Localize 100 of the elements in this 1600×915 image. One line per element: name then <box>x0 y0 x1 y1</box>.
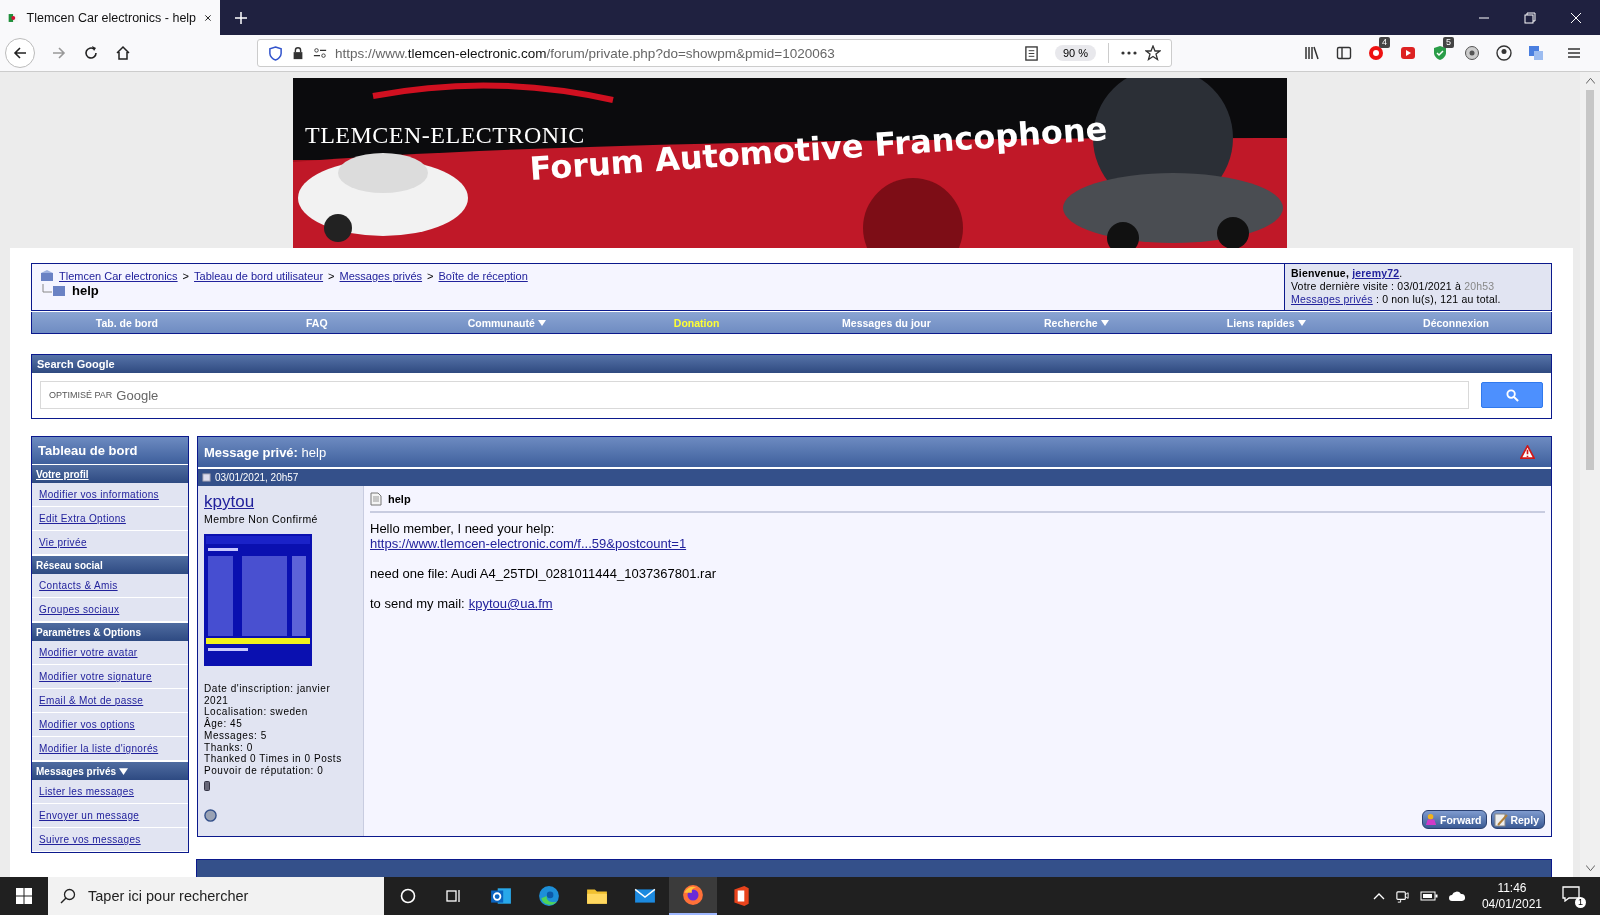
sidebar-link[interactable]: Edit Extra Options <box>39 513 126 524</box>
sidebar-link[interactable]: Vie privée <box>39 537 87 548</box>
home-icon[interactable] <box>115 45 131 61</box>
play-icon[interactable] <box>1400 45 1416 61</box>
breadcrumb-separator: > <box>427 270 434 282</box>
user-rank: Membre Non Confirmé <box>204 513 319 525</box>
section-header: Search Google <box>32 355 1551 373</box>
caret-icon <box>537 319 546 326</box>
extension-icon[interactable] <box>1368 45 1384 61</box>
sidebar-link[interactable]: Modifier vos options <box>39 719 135 730</box>
search-field[interactable]: OPTIMISÉ PAR Google <box>40 381 1469 409</box>
scroll-thumb[interactable] <box>1586 90 1594 470</box>
sidebar-link[interactable]: Modifier votre signature <box>39 671 152 682</box>
more-icon[interactable] <box>1121 51 1137 55</box>
forum-icon <box>40 270 54 282</box>
message-title: help <box>388 493 411 505</box>
camera-icon[interactable] <box>1394 888 1410 904</box>
user-info: Date d'inscription: janvier 2021 Localisation: sweden Âge: 45 Messages: 5 Thanks: 0 Thanked 0 Times in 0 Posts Pouvoir de réputation: 0 <box>204 683 343 777</box>
scroll-down-icon[interactable] <box>1585 865 1595 871</box>
reader-view-icon[interactable] <box>1023 45 1039 61</box>
count-badge: 4 <box>1379 37 1390 48</box>
sidebar-icon[interactable] <box>1336 45 1352 61</box>
chat-icon[interactable] <box>1464 45 1480 61</box>
lock-icon[interactable] <box>291 46 305 60</box>
close-icon[interactable] <box>1570 11 1582 24</box>
account-icon[interactable] <box>1496 45 1512 61</box>
message-text: to send my mail: <box>370 596 465 611</box>
count-badge: 5 <box>1443 37 1454 48</box>
scrollbar[interactable] <box>1580 72 1600 877</box>
search-icon <box>1505 388 1519 402</box>
sidebar-link[interactable]: Contacts & Amis <box>39 580 118 591</box>
add-icon[interactable] <box>234 10 248 25</box>
post-date: 03/01/2021, 20h57 <box>215 472 299 483</box>
library-icon[interactable] <box>1304 45 1320 61</box>
translate-icon[interactable] <box>1528 45 1544 61</box>
cloud-icon[interactable] <box>1447 890 1466 902</box>
message-icon <box>1562 886 1580 902</box>
menu-icon[interactable] <box>1566 45 1582 61</box>
reload-icon[interactable] <box>83 45 99 61</box>
url-text[interactable]: https://www.tlemcen-electronic.com/forum/private.php?do=showpm&pmid=1020063 <box>335 45 1016 61</box>
sidebar-section-header[interactable]: Messages privés <box>32 761 188 780</box>
document-icon <box>370 492 382 506</box>
sidebar-section-header: Réseau social <box>32 555 188 574</box>
author-link[interactable]: kpytou <box>204 492 357 512</box>
sidebar-link[interactable]: Envoyer un message <box>39 810 140 821</box>
site-logo: TLEMCEN-ELECTRONIC <box>305 122 585 149</box>
breadcrumb-separator: > <box>328 270 335 282</box>
message-link[interactable]: https://www.tlemcen-electronic.com/f...59&postcount=1 <box>370 536 687 551</box>
battery-icon[interactable] <box>1419 891 1438 901</box>
document-icon <box>202 473 211 482</box>
restore-icon[interactable] <box>1524 11 1536 24</box>
caret-icon <box>1297 319 1306 326</box>
breadcrumb-link[interactable]: Messages privés <box>339 270 423 282</box>
caret-icon <box>1100 319 1109 326</box>
message-link[interactable]: kpytou@ua.fm <box>468 596 553 611</box>
caret-icon <box>119 767 129 775</box>
person-icon <box>1425 813 1438 826</box>
sidebar-header: Tableau de bord <box>32 437 188 464</box>
search-button[interactable] <box>1481 382 1543 408</box>
sidebar-link[interactable]: Modifier vos informations <box>39 489 159 500</box>
clock[interactable]: 11:46 04/01/2021 <box>1481 880 1542 912</box>
permissions-icon[interactable] <box>313 46 327 60</box>
shield-icon[interactable] <box>1432 45 1448 61</box>
browser-tab[interactable]: Tlemcen Car electronics - help <box>0 0 220 35</box>
breadcrumb-link[interactable]: Boîte de réception <box>438 270 528 282</box>
sidebar-link[interactable]: Modifier la liste d'ignorés <box>39 743 159 754</box>
sidebar-link[interactable]: Suivre vos messages <box>39 834 141 845</box>
shield-icon[interactable] <box>268 45 283 61</box>
back-arrow-icon <box>12 45 28 61</box>
search-icon <box>60 888 76 904</box>
bookmark-star-icon[interactable] <box>1145 45 1161 61</box>
reply-button[interactable]: Reply <box>1491 810 1545 829</box>
sidebar-link[interactable]: Groupes sociaux <box>39 604 120 615</box>
private-messages-status: Messages privés : 0 non lu(s), 121 au total. <box>1291 293 1502 306</box>
notifications-button[interactable]: 1 <box>1560 884 1586 908</box>
cortana-icon[interactable] <box>400 888 416 904</box>
sidebar-section-header[interactable]: Votre profil <box>32 464 188 483</box>
forward-icon[interactable] <box>51 45 67 61</box>
chevron-up-icon[interactable] <box>1372 892 1385 900</box>
sidebar-link[interactable]: Lister les messages <box>39 786 135 797</box>
task-view-icon[interactable] <box>446 888 462 904</box>
reputation-icon <box>204 780 210 791</box>
private-messages-link[interactable]: Messages privés <box>1291 293 1373 305</box>
breadcrumb-link[interactable]: Tableau de bord utilisateur <box>194 270 324 282</box>
firefox-app-icon[interactable] <box>669 877 717 915</box>
pen-paper-icon <box>1494 812 1509 827</box>
address-bar[interactable]: https://www.tlemcen-electronic.com/forum/private.php?do=showpm&pmid=1020063 90 % <box>257 39 1172 67</box>
warning-icon[interactable] <box>1520 445 1535 459</box>
back-button[interactable] <box>5 38 35 68</box>
taskbar-search-field[interactable]: Taper ici pour rechercher <box>48 877 384 915</box>
sidebar-link[interactable]: Modifier votre avatar <box>39 647 138 658</box>
sidebar-section-header: Paramètres & Options <box>32 622 188 641</box>
zoom-level-button[interactable]: 90 % <box>1054 45 1096 61</box>
panel-title: Message privé: help <box>204 444 327 460</box>
windows-start-icon[interactable] <box>16 888 32 904</box>
scroll-up-icon[interactable] <box>1585 78 1595 84</box>
breadcrumb-link[interactable]: Tlemcen Car electronics <box>59 270 178 282</box>
forward-button[interactable]: Forward <box>1422 810 1488 829</box>
page-title: help <box>72 283 99 298</box>
sidebar-link[interactable]: Email & Mot de passe <box>39 695 144 706</box>
